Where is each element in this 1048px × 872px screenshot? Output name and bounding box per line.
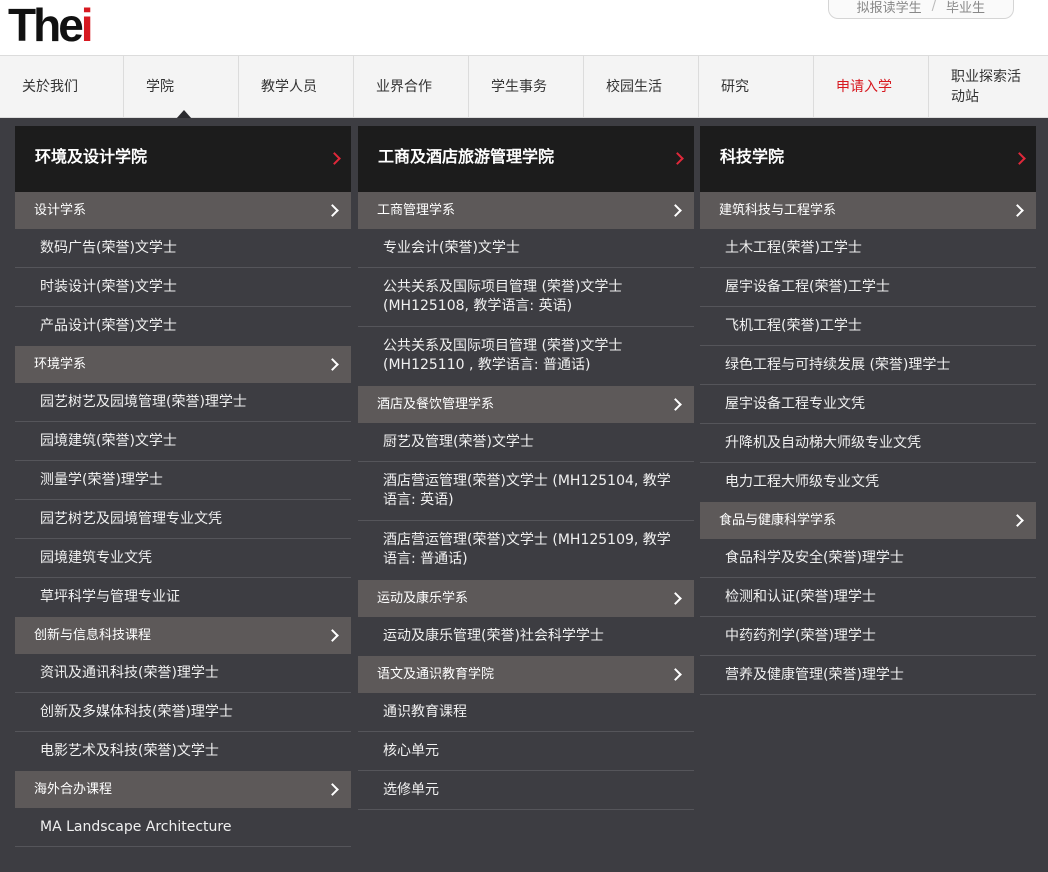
program-link[interactable]: 土木工程(荣誉)工学士 [700, 229, 1036, 268]
chevron-right-icon [1011, 204, 1024, 217]
program-link[interactable]: 升降机及自动梯大师级专业文凭 [700, 424, 1036, 463]
program-link[interactable]: 园艺树艺及园境管理专业文凭 [15, 500, 351, 539]
main-nav: 关於我们 学院 教学人员 业界合作 学生事务 校园生活 研究 申请入学 职业探索… [0, 55, 1048, 119]
nav-item-schools[interactable]: 学院 [124, 56, 239, 119]
department-title: 海外合办课程 [34, 782, 113, 797]
nav-item-admission[interactable]: 申请入学 [814, 56, 929, 118]
school-header[interactable]: 工商及酒店旅游管理学院 [358, 126, 694, 192]
school-header[interactable]: 环境及设计学院 [15, 126, 351, 192]
program-link[interactable]: 测量学(荣誉)理学士 [15, 461, 351, 500]
chevron-right-icon [328, 152, 341, 165]
department-title: 建筑科技与工程学系 [719, 203, 837, 218]
department-title: 语文及通识教育学院 [377, 667, 495, 682]
program-link[interactable]: 专业会计(荣誉)文学士 [358, 229, 694, 268]
school-title: 工商及酒店旅游管理学院 [378, 147, 555, 166]
utility-link-prospective[interactable]: 拟报读学生 [857, 0, 922, 16]
nav-item-research[interactable]: 研究 [699, 56, 814, 118]
chevron-right-icon [326, 204, 339, 217]
department-title: 食品与健康科学学系 [719, 513, 837, 528]
department-header[interactable]: 设计学系 [15, 192, 351, 229]
program-link[interactable]: 中药药剂学(荣誉)理学士 [700, 617, 1036, 656]
program-link[interactable]: 电影艺术及科技(荣誉)文学士 [15, 732, 351, 771]
program-link[interactable]: 园艺树艺及园境管理(荣誉)理学士 [15, 383, 351, 422]
thei-logo[interactable]: Thei [8, 2, 93, 48]
nav-item-industry[interactable]: 业界合作 [354, 56, 469, 118]
nav-item-faculty[interactable]: 教学人员 [239, 56, 354, 118]
program-link[interactable]: 检测和认证(荣誉)理学士 [700, 578, 1036, 617]
department-title: 运动及康乐学系 [377, 591, 469, 606]
chevron-right-icon [1011, 514, 1024, 527]
program-link[interactable]: 营养及健康管理(荣誉)理学士 [700, 656, 1036, 695]
utility-links: 拟报读学生 / 毕业生 [827, 0, 1014, 19]
utility-separator: / [931, 0, 936, 14]
menu-column-business: 工商及酒店旅游管理学院 工商管理学系 专业会计(荣誉)文学士 公共关系及国际项目管理 … [358, 126, 694, 810]
utility-link-alumni[interactable]: 毕业生 [946, 0, 985, 16]
program-link[interactable]: 草坪科学与管理专业证 [15, 578, 351, 617]
department-header[interactable]: 工商管理学系 [358, 192, 694, 229]
program-link[interactable]: 核心单元 [358, 732, 694, 771]
program-link[interactable]: 食品科学及安全(荣誉)理学士 [700, 539, 1036, 578]
department-header[interactable]: 创新与信息科技课程 [15, 617, 351, 654]
program-link[interactable]: 选修单元 [358, 771, 694, 810]
program-link[interactable]: 飞机工程(荣誉)工学士 [700, 307, 1036, 346]
nav-item-campus-life[interactable]: 校园生活 [584, 56, 699, 118]
program-link[interactable]: 资讯及通讯科技(荣誉)理学士 [15, 654, 351, 693]
program-link[interactable]: 酒店营运管理(荣誉)文学士 (MH125104, 教学语言: 英语) [358, 462, 694, 521]
school-title: 科技学院 [720, 147, 785, 166]
department-title: 环境学系 [34, 357, 87, 372]
menu-column-design: 环境及设计学院设计学系数码广告(荣誉)文学士 时装设计(荣誉)文学士 产品设计(荣誉… [15, 126, 351, 847]
department-header[interactable]: 海外合办课程 [15, 771, 351, 808]
department-title: 酒店及餐饮管理学系 [377, 397, 495, 412]
nav-item-career[interactable]: 职业探索活动站 [929, 56, 1048, 118]
program-link[interactable]: 园境建筑(荣誉)文学士 [15, 422, 351, 461]
program-link[interactable]: 绿色工程与可持续发展 (荣誉)理学士 [700, 346, 1036, 385]
program-link[interactable]: 酒店营运管理(荣誉)文学士 (MH125109, 教学语言: 普通话) [358, 521, 694, 580]
school-header[interactable]: 科技学院 [700, 126, 1036, 192]
chevron-right-icon [326, 358, 339, 371]
program-link[interactable]: 公共关系及国际项目管理 (荣誉)文学士 (MH125108, 教学语言: 英语) [358, 268, 694, 327]
program-link[interactable]: 园境建筑专业文凭 [15, 539, 351, 578]
chevron-right-icon [671, 152, 684, 165]
program-link[interactable]: 厨艺及管理(荣誉)文学士 [358, 423, 694, 462]
chevron-right-icon [669, 592, 682, 605]
chevron-right-icon [669, 204, 682, 217]
site-header: Thei 拟报读学生 / 毕业生 [0, 0, 1048, 55]
program-link[interactable]: 屋宇设备工程(荣誉)工学士 [700, 268, 1036, 307]
program-link[interactable]: 通识教育课程 [358, 693, 694, 732]
program-link[interactable]: 创新及多媒体科技(荣誉)理学士 [15, 693, 351, 732]
department-title: 设计学系 [34, 203, 87, 218]
program-link[interactable]: 时装设计(荣誉)文学士 [15, 268, 351, 307]
program-link[interactable]: 运动及康乐管理(荣誉)社会科学学士 [358, 617, 694, 656]
department-header[interactable]: 运动及康乐学系 [358, 580, 694, 617]
department-title: 工商管理学系 [377, 203, 456, 218]
department-header[interactable]: 建筑科技与工程学系 [700, 192, 1036, 229]
school-title: 环境及设计学院 [35, 147, 148, 166]
program-link[interactable]: 公共关系及国际项目管理 (荣誉)文学士 (MH125110 , 教学语言: 普通… [358, 327, 694, 386]
chevron-right-icon [326, 783, 339, 796]
nav-item-about[interactable]: 关於我们 [0, 56, 124, 118]
program-link[interactable]: 数码广告(荣誉)文学士 [15, 229, 351, 268]
chevron-right-icon [669, 398, 682, 411]
chevron-right-icon [669, 668, 682, 681]
nav-item-student-affairs[interactable]: 学生事务 [469, 56, 584, 118]
program-link[interactable]: 电力工程大师级专业文凭 [700, 463, 1036, 502]
department-header[interactable]: 环境学系 [15, 346, 351, 383]
program-link[interactable]: 屋宇设备工程专业文凭 [700, 385, 1036, 424]
program-link[interactable]: 产品设计(荣誉)文学士 [15, 307, 351, 346]
menu-column-technology: 科技学院建筑科技与工程学系土木工程(荣誉)工学士 屋宇设备工程(荣誉)工学士 飞机工… [700, 126, 1036, 695]
department-header[interactable]: 语文及通识教育学院 [358, 656, 694, 693]
department-header[interactable]: 食品与健康科学学系 [700, 502, 1036, 539]
program-link[interactable]: MA Landscape Architecture [15, 808, 351, 847]
mega-menu: 环境及设计学院设计学系数码广告(荣誉)文学士 时装设计(荣誉)文学士 产品设计(荣誉… [0, 118, 1048, 872]
chevron-right-icon [326, 629, 339, 642]
department-title: 创新与信息科技课程 [34, 628, 152, 643]
chevron-right-icon [1013, 152, 1026, 165]
department-header[interactable]: 酒店及餐饮管理学系 [358, 386, 694, 423]
